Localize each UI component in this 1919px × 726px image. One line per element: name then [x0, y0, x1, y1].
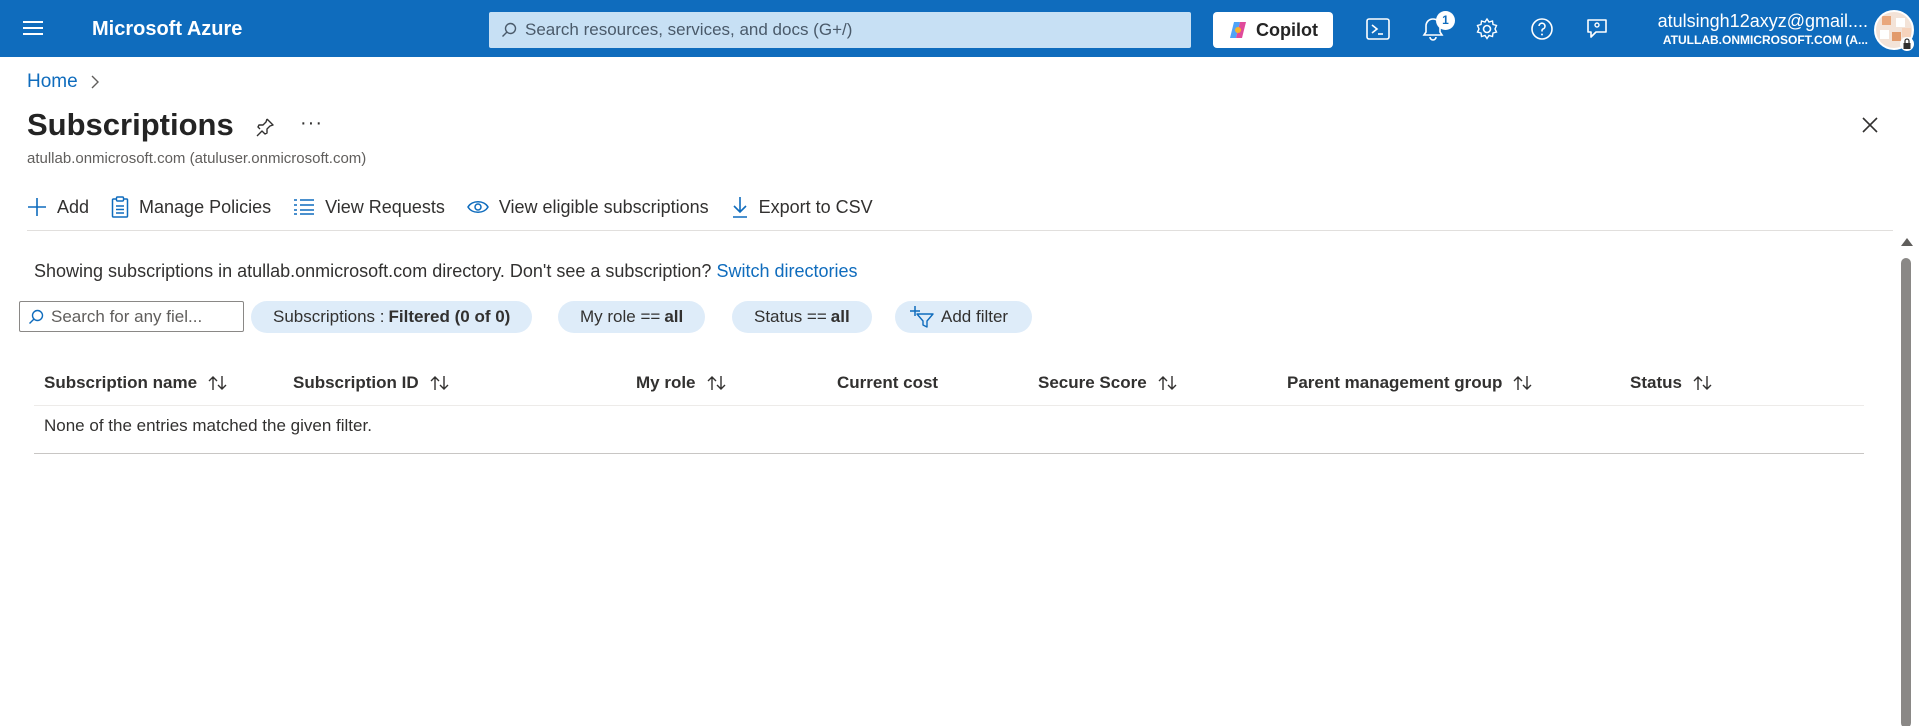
help-question-icon[interactable]: [1527, 14, 1557, 44]
directory-info-text: Showing subscriptions in atullab.onmicro…: [34, 261, 712, 281]
add-filter-icon: [910, 306, 934, 328]
page-title: Subscriptions: [27, 107, 234, 142]
column-header-parent-management-group[interactable]: Parent management group: [1287, 373, 1534, 393]
export-csv-label: Export to CSV: [758, 196, 873, 217]
sort-icon: [1693, 376, 1712, 390]
view-eligible-subscriptions-button[interactable]: View eligible subscriptions: [466, 196, 709, 218]
account-tenant: ATULLAB.ONMICROSOFT.COM (A...: [1662, 33, 1868, 47]
column-header-my-role[interactable]: My role: [636, 373, 728, 393]
add-label: Add: [57, 196, 90, 217]
command-bar: Add Manage Policies View Requests View e…: [27, 192, 895, 222]
filter-search-input[interactable]: [51, 306, 231, 327]
clipboard-icon: [111, 196, 129, 218]
global-search-input[interactable]: [525, 20, 1165, 40]
column-label: Subscription ID: [293, 373, 419, 392]
sort-icon: [707, 376, 726, 390]
breadcrumb-home-link[interactable]: Home: [27, 71, 78, 93]
add-filter-label: Add filter: [941, 307, 1009, 326]
search-icon: [502, 22, 517, 37]
my-role-filter-value: all: [664, 307, 684, 326]
plus-icon: [28, 198, 46, 216]
notification-count-badge: 1: [1436, 11, 1455, 30]
portal-brand[interactable]: Microsoft Azure: [92, 18, 242, 41]
add-filter-button[interactable]: Add filter: [895, 301, 1033, 333]
chevron-right-icon: [91, 75, 99, 89]
column-label: Parent management group: [1287, 373, 1503, 392]
add-button[interactable]: Add: [27, 197, 89, 218]
table-header-divider: [34, 405, 1864, 406]
table-empty-message: None of the entries matched the given fi…: [44, 416, 372, 435]
status-filter-value: all: [830, 307, 850, 326]
column-label: Current cost: [837, 373, 939, 392]
column-label: Secure Score: [1038, 373, 1147, 392]
filter-search-box[interactable]: [19, 301, 244, 332]
lock-icon: [1900, 37, 1914, 51]
export-csv-button[interactable]: Export to CSV: [731, 196, 873, 218]
copilot-button[interactable]: Copilot: [1213, 12, 1333, 48]
toolbar-divider: [27, 230, 1893, 231]
sort-icon: [208, 376, 227, 390]
subscriptions-filter-value: Filtered (0 of 0): [388, 307, 511, 326]
cloud-shell-icon[interactable]: [1363, 14, 1393, 44]
column-header-secure-score[interactable]: Secure Score: [1038, 373, 1179, 393]
copilot-label: Copilot: [1256, 19, 1318, 40]
sort-icon: [430, 376, 449, 390]
copilot-icon: [1230, 22, 1246, 38]
column-label: Status: [1630, 373, 1682, 392]
column-header-subscription-id[interactable]: Subscription ID: [293, 373, 451, 393]
directory-info: Showing subscriptions in atullab.onmicro…: [34, 261, 858, 282]
breadcrumb: Home: [27, 71, 100, 93]
view-eligible-label: View eligible subscriptions: [498, 196, 709, 217]
subscriptions-filter-key: Subscriptions :: [273, 307, 385, 326]
scroll-up-arrow-icon[interactable]: [1901, 238, 1913, 246]
sort-icon: [1158, 376, 1177, 390]
account-email: atulsingh12axyz@gmail....: [1657, 11, 1868, 31]
my-role-filter-pill[interactable]: My role == all: [558, 301, 706, 333]
page-subtitle: atullab.onmicrosoft.com (atuluser.onmicr…: [27, 150, 367, 167]
column-header-subscription-name[interactable]: Subscription name: [44, 373, 229, 393]
more-options-icon[interactable]: ···: [300, 112, 323, 135]
column-label: My role: [636, 373, 696, 392]
eye-icon: [466, 201, 489, 213]
vertical-scrollbar[interactable]: [1899, 236, 1913, 726]
feedback-icon[interactable]: [1582, 14, 1612, 44]
settings-gear-icon[interactable]: [1472, 14, 1502, 44]
my-role-filter-key: My role ==: [580, 307, 661, 326]
column-header-current-cost[interactable]: Current cost: [837, 373, 938, 393]
view-requests-label: View Requests: [325, 196, 445, 217]
switch-directories-link[interactable]: Switch directories: [716, 261, 857, 281]
search-icon: [29, 309, 44, 324]
column-header-status[interactable]: Status: [1630, 373, 1714, 393]
top-bar: Microsoft Azure Copilot 1 atulsingh12axy…: [0, 0, 1919, 57]
hamburger-menu-icon[interactable]: [20, 17, 46, 41]
table-header: Subscription name Subscription ID My rol…: [34, 360, 1864, 406]
global-search-box[interactable]: [489, 12, 1191, 48]
account-info[interactable]: atulsingh12axyz@gmail.... ATULLAB.ONMICR…: [1650, 10, 1868, 48]
column-label: Subscription name: [44, 373, 198, 392]
pin-icon[interactable]: [255, 117, 275, 142]
status-filter-key: Status ==: [754, 307, 827, 326]
view-requests-button[interactable]: View Requests: [293, 197, 445, 218]
list-icon: [294, 199, 315, 215]
table-bottom-divider: [34, 453, 1864, 454]
close-icon[interactable]: [1860, 115, 1880, 140]
sort-icon: [1513, 376, 1532, 390]
status-filter-pill[interactable]: Status == all: [732, 301, 872, 333]
subscriptions-filter-pill[interactable]: Subscriptions : Filtered (0 of 0): [251, 301, 533, 333]
manage-policies-label: Manage Policies: [139, 196, 272, 217]
scrollbar-thumb[interactable]: [1901, 258, 1911, 726]
manage-policies-button[interactable]: Manage Policies: [111, 196, 271, 218]
download-icon: [732, 197, 747, 218]
